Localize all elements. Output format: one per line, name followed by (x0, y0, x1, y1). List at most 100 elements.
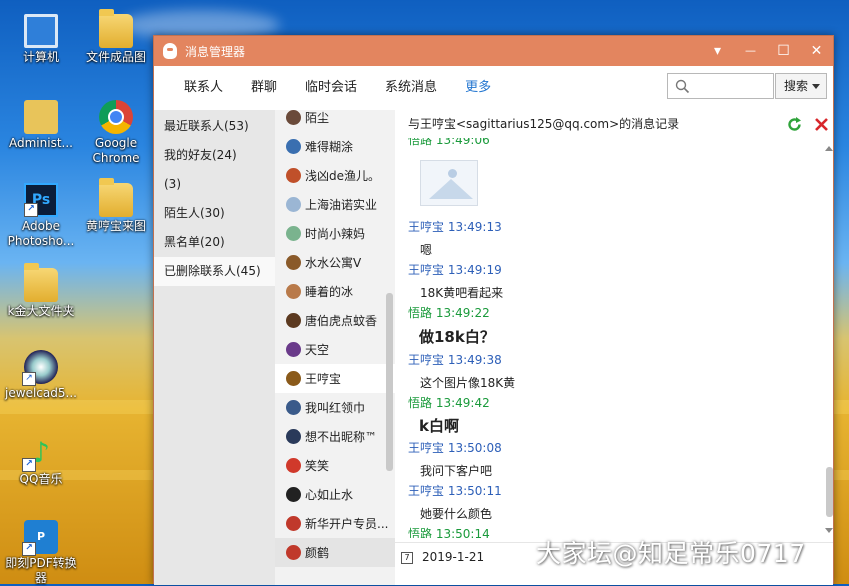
contact-item[interactable]: 想不出昵称™ (275, 422, 395, 451)
title-bar[interactable]: 消息管理器 ▾ — ☐ ✕ (154, 36, 833, 66)
menu-dropdown-button[interactable]: ▾ (701, 36, 734, 66)
nav-strangers[interactable]: 陌生人(30) (154, 199, 275, 228)
contact-item[interactable]: 颜鹤 (275, 538, 395, 567)
contact-name: 上海油诺实业 (305, 198, 378, 212)
scroll-down-icon[interactable] (825, 528, 833, 533)
message: 王哼宝 13:50:08 (408, 439, 502, 456)
contact-item[interactable]: 陌尘 (275, 110, 395, 132)
minimize-button[interactable]: — (734, 36, 767, 66)
chevron-down-icon[interactable] (812, 84, 820, 89)
calendar-icon[interactable]: 7 (401, 552, 413, 564)
message: 王哼宝 13:49:19 (408, 261, 502, 278)
window-title: 消息管理器 (185, 44, 246, 59)
tab-contacts[interactable]: 联系人 (154, 66, 237, 110)
desktop-icon-folder-products[interactable]: 文件成品图 (77, 9, 155, 65)
desktop-icon-administrator[interactable]: Administ... (2, 100, 80, 151)
sender-name: 王哼宝 (408, 263, 445, 277)
contact-item[interactable]: 新华开户专员... (275, 509, 395, 538)
contact-item[interactable]: 睡着的冰 (275, 277, 395, 306)
category-nav: 最近联系人(53) 我的好友(24) (3) 陌生人(30) 黑名单(20) 已… (154, 110, 275, 585)
avatar (286, 284, 301, 299)
contact-item[interactable]: 我叫红领巾 (275, 393, 395, 422)
message-time: 13:49:13 (447, 220, 502, 234)
contact-item[interactable]: 水水公寓V (275, 248, 395, 277)
shortcut-arrow-icon: ↗ (22, 542, 36, 556)
scroll-up-icon[interactable] (825, 146, 833, 151)
refresh-icon[interactable] (786, 116, 803, 133)
contact-item[interactable]: 浅凶de渔儿。 (275, 161, 395, 190)
chat-scrollbar-thumb[interactable] (826, 467, 833, 517)
avatar (286, 110, 301, 125)
message: 悟路 13:50:14 (408, 525, 490, 538)
date-label[interactable]: 2019-1-21 (422, 550, 484, 564)
jewelcad-icon: ↗ (22, 350, 58, 386)
avatar (286, 255, 301, 270)
avatar (286, 139, 301, 154)
message-time: 13:49:06 (435, 138, 490, 147)
maximize-button[interactable]: ☐ (767, 36, 800, 66)
nav-deleted-contacts[interactable]: 已删除联系人(45) (154, 257, 275, 286)
message-time: 13:49:42 (435, 396, 490, 410)
contact-item[interactable]: 难得糊涂 (275, 132, 395, 161)
avatar (286, 516, 301, 531)
contact-name: 我叫红领巾 (305, 401, 366, 415)
desktop-icon-label: 黄哼宝来图 (85, 219, 146, 233)
message-text: k白啊 (419, 417, 459, 435)
desktop-icon-label: 即刻PDF转换器 (5, 556, 77, 585)
contact-name: 想不出昵称™ (305, 430, 378, 444)
avatar (286, 545, 301, 560)
search-input[interactable] (696, 77, 774, 97)
message: 悟路 13:49:06 (408, 138, 490, 148)
nav-my-friends[interactable]: 我的好友(24) (154, 141, 275, 170)
desktop-icon-pdf[interactable]: P ↗ 即刻PDF转换器 (2, 520, 80, 586)
desktop-icon-label: Google Chrome (92, 136, 140, 165)
message-time: 13:49:38 (447, 353, 502, 367)
contact-item[interactable]: 天空 (275, 335, 395, 364)
desktop-icon-folder-images[interactable]: 黄哼宝来图 (77, 178, 155, 234)
desktop-icon-folder-k[interactable]: k金大文件夹 (2, 263, 80, 319)
desktop-icon-qqmusic[interactable]: ♪ ↗ QQ音乐 (2, 436, 80, 487)
desktop-icon-photoshop[interactable]: Ps ↗ Adobe Photosho... (2, 183, 80, 249)
qq-logo-icon (163, 43, 177, 59)
message: 王哼宝 13:49:13 (408, 218, 502, 235)
contact-scrollbar-thumb[interactable] (386, 293, 393, 471)
tab-group-chat[interactable]: 群聊 (237, 66, 291, 110)
message: 王哼宝 13:49:38 (408, 351, 502, 368)
contact-item[interactable]: 笑笑 (275, 451, 395, 480)
message-time: 13:50:11 (447, 484, 502, 498)
chat-header: 与王哼宝<sagittarius125@qq.com>的消息记录 (395, 110, 833, 138)
tab-temp-session[interactable]: 临时会话 (291, 66, 371, 110)
nav-blacklist[interactable]: 黑名单(20) (154, 228, 275, 257)
avatar (286, 226, 301, 241)
nav-recent-contacts[interactable]: 最近联系人(53) (154, 112, 275, 141)
tab-system-messages[interactable]: 系统消息 (371, 66, 451, 110)
contact-name: 浅凶de渔儿。 (305, 169, 381, 183)
close-button[interactable]: ✕ (800, 36, 833, 66)
image-placeholder-icon[interactable] (420, 160, 478, 206)
search-button[interactable]: 搜索 (775, 73, 827, 99)
delete-icon[interactable] (813, 116, 830, 133)
desktop-icon-computer[interactable]: 计算机 (2, 14, 80, 65)
contact-item[interactable]: 王哼宝 (275, 364, 395, 393)
shortcut-arrow-icon: ↗ (22, 372, 36, 386)
sender-name: 悟路 (408, 527, 433, 538)
avatar (286, 313, 301, 328)
desktop-icon-chrome[interactable]: Google Chrome (77, 100, 155, 166)
message-meta: 王哼宝 13:50:08 (408, 439, 502, 456)
contact-item[interactable]: 心如止水 (275, 480, 395, 509)
message-manager-window: 消息管理器 ▾ — ☐ ✕ 联系人 群聊 临时会话 系统消息 更多 搜索 最近联… (153, 35, 834, 585)
window-body: 最近联系人(53) 我的好友(24) (3) 陌生人(30) 黑名单(20) 已… (154, 110, 833, 585)
message-meta: 王哼宝 13:50:11 (408, 482, 502, 499)
contact-item[interactable]: 时尚小辣妈 (275, 219, 395, 248)
tab-more[interactable]: 更多 (451, 66, 505, 110)
search-box[interactable] (667, 73, 774, 99)
nav-group-3[interactable]: (3) (154, 170, 275, 199)
desktop-icon-jewelcad[interactable]: ↗ jewelcad5... (2, 350, 80, 401)
contact-item[interactable]: 唐伯虎点蚊香 (275, 306, 395, 335)
contact-item[interactable]: 上海油诺实业 (275, 190, 395, 219)
message-meta: 悟路 13:49:22 (408, 304, 490, 321)
avatar (286, 168, 301, 183)
shortcut-arrow-icon: ↗ (24, 203, 38, 217)
search-button-label: 搜索 (784, 79, 809, 93)
desktop-icon-label: Administ... (9, 136, 73, 150)
